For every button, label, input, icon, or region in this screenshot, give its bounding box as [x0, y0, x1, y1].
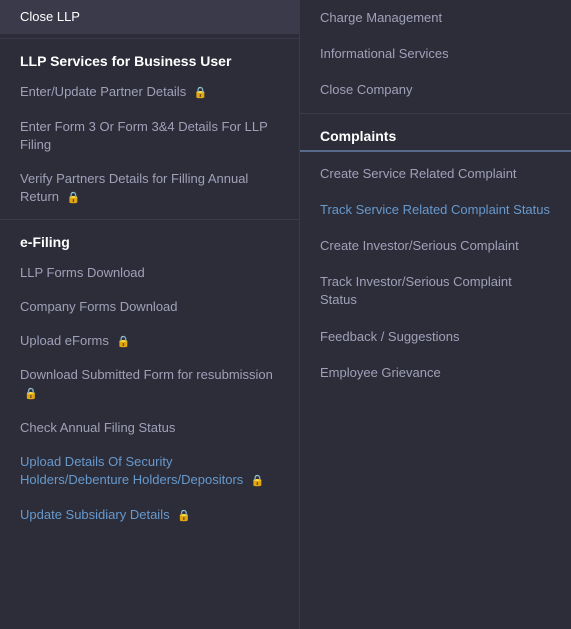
track-investor-complaint-item[interactable]: Track Investor/Serious Complaint Status	[300, 264, 571, 318]
divider-1	[0, 38, 299, 39]
check-annual-filing-status-item[interactable]: Check Annual Filing Status	[0, 411, 299, 445]
lock-icon-3: 🔒	[117, 335, 131, 350]
informational-services-item[interactable]: Informational Services	[300, 36, 571, 72]
download-submitted-form-item[interactable]: Download Submitted Form for resubmission…	[0, 358, 299, 411]
complaints-header: Complaints	[300, 118, 571, 152]
company-forms-download-item[interactable]: Company Forms Download	[0, 290, 299, 324]
lock-icon-1: 🔒	[194, 86, 208, 101]
employee-grievance-item[interactable]: Employee Grievance	[300, 355, 571, 391]
left-panel: Close LLP LLP Services for Business User…	[0, 0, 300, 629]
lock-icon-2: 🔒	[67, 191, 81, 206]
llp-forms-download-item[interactable]: LLP Forms Download	[0, 256, 299, 290]
llp-services-header: LLP Services for Business User	[0, 43, 299, 75]
efiling-header: e-Filing	[0, 224, 299, 256]
charge-management-item[interactable]: Charge Management	[300, 0, 571, 36]
divider-right-1	[300, 113, 571, 114]
track-service-complaint-item[interactable]: Track Service Related Complaint Status	[300, 192, 571, 228]
verify-partners-item[interactable]: Verify Partners Details for Filling Annu…	[0, 162, 299, 215]
lock-icon-6: 🔒	[177, 509, 191, 524]
lock-icon-5: 🔒	[251, 474, 265, 489]
enter-update-partner-details-item[interactable]: Enter/Update Partner Details 🔒	[0, 75, 299, 109]
upload-eforms-item[interactable]: Upload eForms 🔒	[0, 324, 299, 358]
close-llp-item[interactable]: Close LLP	[0, 0, 299, 34]
feedback-suggestions-item[interactable]: Feedback / Suggestions	[300, 319, 571, 355]
right-panel: Charge Management Informational Services…	[300, 0, 571, 629]
divider-2	[0, 219, 299, 220]
enter-form3-item[interactable]: Enter Form 3 Or Form 3&4 Details For LLP…	[0, 110, 299, 162]
update-subsidiary-details-item[interactable]: Update Subsidiary Details 🔒	[0, 498, 299, 532]
create-service-complaint-item[interactable]: Create Service Related Complaint	[300, 156, 571, 192]
close-company-item[interactable]: Close Company	[300, 72, 571, 108]
lock-icon-4: 🔒	[24, 387, 38, 402]
create-investor-complaint-item[interactable]: Create Investor/Serious Complaint	[300, 228, 571, 264]
upload-security-holders-item[interactable]: Upload Details Of Security Holders/Deben…	[0, 445, 299, 498]
